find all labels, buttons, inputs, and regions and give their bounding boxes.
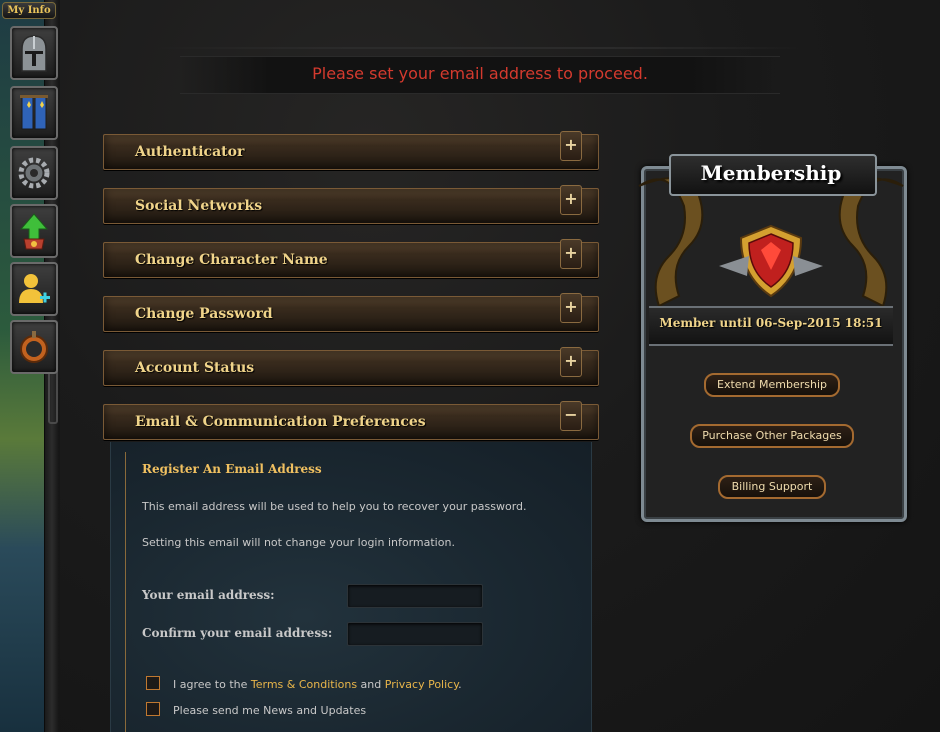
banner-divider (155, 47, 805, 49)
bomb-icon (12, 322, 56, 372)
news-updates-label: Please send me News and Updates (173, 704, 367, 717)
news-updates-checkbox[interactable] (146, 702, 160, 716)
alert-message: Please set your email address to proceed… (312, 64, 648, 83)
email-preferences-panel: Register An Email Address This email add… (110, 442, 592, 732)
accordion-social-networks[interactable]: Social Networks + (103, 185, 599, 224)
accordion-change-password[interactable]: Change Password + (103, 293, 599, 332)
agree-prefix: I agree to the (173, 678, 251, 691)
nav-banner-button[interactable] (10, 86, 58, 140)
agree-and: and (357, 678, 385, 691)
upgrade-icon (12, 206, 56, 256)
accordion-label: Email & Communication Preferences (135, 414, 426, 430)
expand-icon[interactable]: + (560, 131, 582, 161)
nav-add-friend-button[interactable] (10, 262, 58, 316)
banner-icon (12, 88, 56, 138)
purchase-packages-button[interactable]: Purchase Other Packages (690, 424, 854, 448)
nav-bomb-button[interactable] (10, 320, 58, 374)
accordion-account-status[interactable]: Account Status + (103, 347, 599, 386)
expand-icon[interactable]: + (560, 347, 582, 377)
panel-description: This email address will be used to help … (142, 500, 527, 513)
confirm-email-label: Confirm your email address: (142, 626, 333, 640)
accordion-label: Authenticator (135, 144, 245, 160)
expand-icon[interactable]: + (560, 293, 582, 323)
accordion-label: Change Password (135, 306, 273, 322)
expand-icon[interactable]: + (560, 239, 582, 269)
agree-suffix: . (458, 678, 462, 691)
agree-terms-checkbox[interactable] (146, 676, 160, 690)
nav-settings-button[interactable] (10, 146, 58, 200)
email-label: Your email address: (142, 588, 275, 602)
accordion-label: Social Networks (135, 198, 263, 214)
agree-terms-text: I agree to the Terms & Conditions and Pr… (173, 678, 462, 691)
nav-helmet-button[interactable] (10, 26, 58, 80)
accordion-authenticator[interactable]: Authenticator + (103, 131, 599, 170)
panel-divider (125, 452, 126, 732)
privacy-link[interactable]: Privacy Policy (385, 678, 458, 691)
my-info-tab[interactable]: My Info (2, 2, 56, 19)
panel-note: Setting this email will not change your … (142, 536, 455, 549)
billing-support-button[interactable]: Billing Support (718, 475, 826, 499)
nav-upgrade-button[interactable] (10, 204, 58, 258)
extend-membership-button[interactable]: Extend Membership (704, 373, 840, 397)
membership-title: Membership (700, 161, 842, 185)
terms-link[interactable]: Terms & Conditions (251, 678, 357, 691)
accordion-label: Account Status (135, 360, 255, 376)
helmet-icon (12, 28, 56, 78)
accordion-change-character-name[interactable]: Change Character Name + (103, 239, 599, 278)
membership-expiry: Member until 06-Sep-2015 18:51 (659, 316, 883, 330)
gear-icon (12, 148, 56, 198)
expand-icon[interactable]: + (560, 185, 582, 215)
email-field[interactable] (347, 584, 483, 608)
accordion-email-preferences[interactable]: Email & Communication Preferences − (103, 401, 599, 440)
panel-title: Register An Email Address (142, 462, 322, 476)
confirm-email-field[interactable] (347, 622, 483, 646)
collapse-icon[interactable]: − (560, 401, 582, 431)
membership-panel: Membership Member until 06-Sep-2015 18:5… (629, 146, 913, 530)
add-friend-icon (12, 264, 56, 314)
accordion-label: Change Character Name (135, 252, 328, 268)
